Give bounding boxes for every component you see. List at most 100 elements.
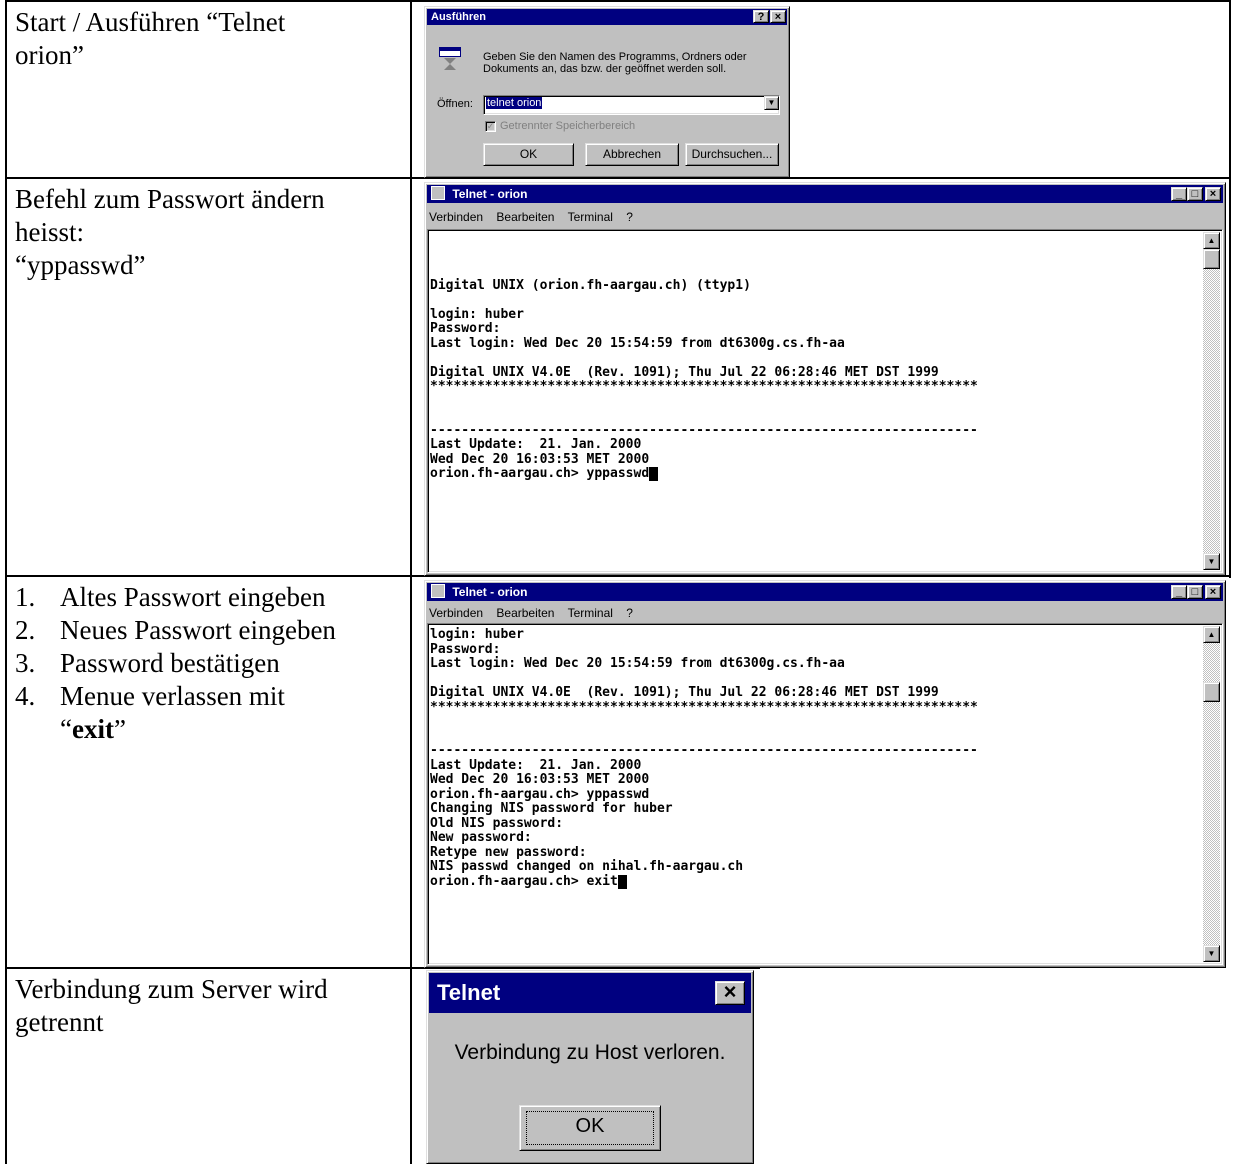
terminal-line: Last Update: 21. Jan. 2000 [430,757,642,773]
telnet-menubar: Verbinden Bearbeiten Terminal ? [429,210,1221,224]
terminal-line: NIS passwd changed on nihal.fh-aargau.ch [430,859,744,874]
vertical-scrollbar[interactable]: ▲ ▼ [1203,626,1220,962]
close-button[interactable]: × [770,10,786,23]
telnet-message-box: Telnet × Verbindung zu Host verloren. OK [426,970,754,1164]
checkbox-label: Getrennter Speicherbereich [500,120,636,132]
instruction-disconnect: Verbindung zum Server wird getrennt [15,973,328,1039]
list-text: Neues Passwort eingeben [60,615,336,645]
instruction-line: “yppasswd” [15,250,146,280]
instruction-password-command: Befehl zum Passwort ändern heisst: “yppa… [15,183,325,282]
terminal-line: login: huber [430,306,524,322]
table-column-divider [410,0,412,1164]
terminal-line: ----------------------------------------… [430,743,978,758]
terminal-line: Digital UNIX V4.0E (Rev. 1091); Thu Jul … [430,364,939,380]
terminal-area[interactable]: login: huber Password: Last login: Wed D… [427,623,1223,965]
list-text: Altes Passwort eingeben [60,582,326,612]
scroll-up-arrow[interactable]: ▲ [1203,626,1220,643]
instruction-line: Befehl zum Passwort ändern [15,184,325,214]
scroll-thumb[interactable] [1203,682,1220,702]
list-number: 1. [15,582,36,612]
run-program-icon [439,47,461,70]
terminal-prompt-line: orion.fh-aargau.ch> exit [430,873,618,889]
list-item-continuation: “exit” [15,713,336,746]
instruction-line: orion” [15,40,84,70]
terminal-line: ****************************************… [430,699,978,715]
instruction-line: Start / Ausführen “Telnet [15,7,286,37]
table-border-right [1229,0,1231,578]
terminal-line: Digital UNIX (orion.fh-aargau.ch) (ttyp1… [430,277,751,293]
list-number: 4. [15,681,36,711]
menu-bearbeiten[interactable]: Bearbeiten [496,606,554,620]
menu-terminal[interactable]: Terminal [568,210,613,224]
ok-label: OK [575,1115,605,1137]
terminal-prompt-line: orion.fh-aargau.ch> yppasswd [430,466,650,481]
telnet-app-icon [431,584,445,598]
exit-command-text: “exit” [60,714,126,744]
terminal-line: ----------------------------------------… [430,422,978,438]
vertical-scrollbar[interactable]: ▲ ▼ [1203,232,1220,570]
instruction-start-run: Start / Ausführen “Telnet orion” [15,6,285,72]
terminal-area[interactable]: Digital UNIX (orion.fh-aargau.ch) (ttyp1… [427,229,1223,573]
terminal-line: Password: [430,641,501,657]
menu-help[interactable]: ? [626,606,633,620]
terminal-line: Digital UNIX V4.0E (Rev. 1091); Thu Jul … [430,685,939,700]
menu-bearbeiten[interactable]: Bearbeiten [496,210,554,224]
telnet-window: Telnet - orion _ □ × Verbinden Bearbeite… [424,182,1226,576]
separate-memory-checkbox[interactable]: ✓ Getrennter Speicherbereich [485,120,635,132]
open-combobox[interactable]: telnet orion ▼ [483,95,780,115]
run-dialog-title: Ausführen [431,11,486,23]
msgbox-message: Verbindung zu Host verloren. [454,1041,726,1064]
menu-verbinden[interactable]: Verbinden [429,606,483,620]
terminal-line: Changing NIS password for huber [430,801,673,816]
run-dialog: Ausführen ? × Geben Sie den Namen des Pr… [424,6,790,178]
terminal-output: Digital UNIX (orion.fh-aargau.ch) (ttyp1… [430,264,978,482]
instruction-line: Verbindung zum Server wird [15,974,328,1004]
chevron-down-icon[interactable]: ▼ [764,96,779,110]
list-number: 3. [15,648,36,678]
close-button[interactable]: × [1205,187,1221,201]
instruction-line: getrennt [15,1007,104,1037]
instruction-line: heisst: [15,217,85,247]
maximize-button[interactable]: □ [1187,187,1203,201]
scroll-down-arrow[interactable]: ▼ [1203,945,1220,962]
list-item: 4. Menue verlassen mit [15,680,336,713]
terminal-line: Password: [430,321,501,336]
checkbox-icon[interactable]: ✓ [485,120,496,132]
run-dialog-titlebar: Ausführen ? × [427,9,787,25]
terminal-line: Wed Dec 20 16:03:53 MET 2000 [430,451,650,467]
menu-help[interactable]: ? [626,210,633,224]
scroll-down-arrow[interactable]: ▼ [1203,553,1220,570]
telnet-titlebar: Telnet - orion _ □ × [427,583,1223,601]
open-input-value[interactable]: telnet orion [486,97,543,109]
telnet-title: Telnet - orion [452,585,528,599]
scroll-thumb[interactable] [1203,249,1220,269]
telnet-title: Telnet - orion [452,187,528,201]
browse-button[interactable]: Durchsuchen... [685,143,779,166]
terminal-cursor [649,467,659,481]
close-button[interactable]: × [715,981,745,1005]
list-number: 2. [15,615,36,645]
table-border-top [5,0,1231,2]
scroll-up-arrow[interactable]: ▲ [1203,232,1220,249]
minimize-button[interactable]: _ [1171,187,1187,201]
list-item: 1. Altes Passwort eingeben [15,581,336,614]
terminal-output: login: huber Password: Last login: Wed D… [430,627,978,889]
help-button[interactable]: ? [753,10,769,23]
menu-verbinden[interactable]: Verbinden [429,210,483,224]
ok-button[interactable]: OK [519,1105,661,1151]
maximize-button[interactable]: □ [1187,585,1203,599]
terminal-line: Retype new password: [430,844,587,860]
terminal-line: Last login: Wed Dec 20 15:54:59 from dt6… [430,335,845,351]
cancel-button[interactable]: Abbrechen [585,143,679,166]
msgbox-title: Telnet [437,980,501,1005]
minimize-button[interactable]: _ [1171,585,1187,599]
list-item: 2. Neues Passwort eingeben [15,614,336,647]
telnet-menubar: Verbinden Bearbeiten Terminal ? [429,606,1221,620]
terminal-line: Wed Dec 20 16:03:53 MET 2000 [430,772,650,787]
close-button[interactable]: × [1205,585,1221,599]
instruction-steps-list: 1. Altes Passwort eingeben 2. Neues Passwo… [15,581,336,746]
ok-button[interactable]: OK [483,143,574,166]
msgbox-titlebar: Telnet × [429,973,751,1013]
terminal-line: orion.fh-aargau.ch> yppasswd [430,786,650,802]
menu-terminal[interactable]: Terminal [568,606,613,620]
